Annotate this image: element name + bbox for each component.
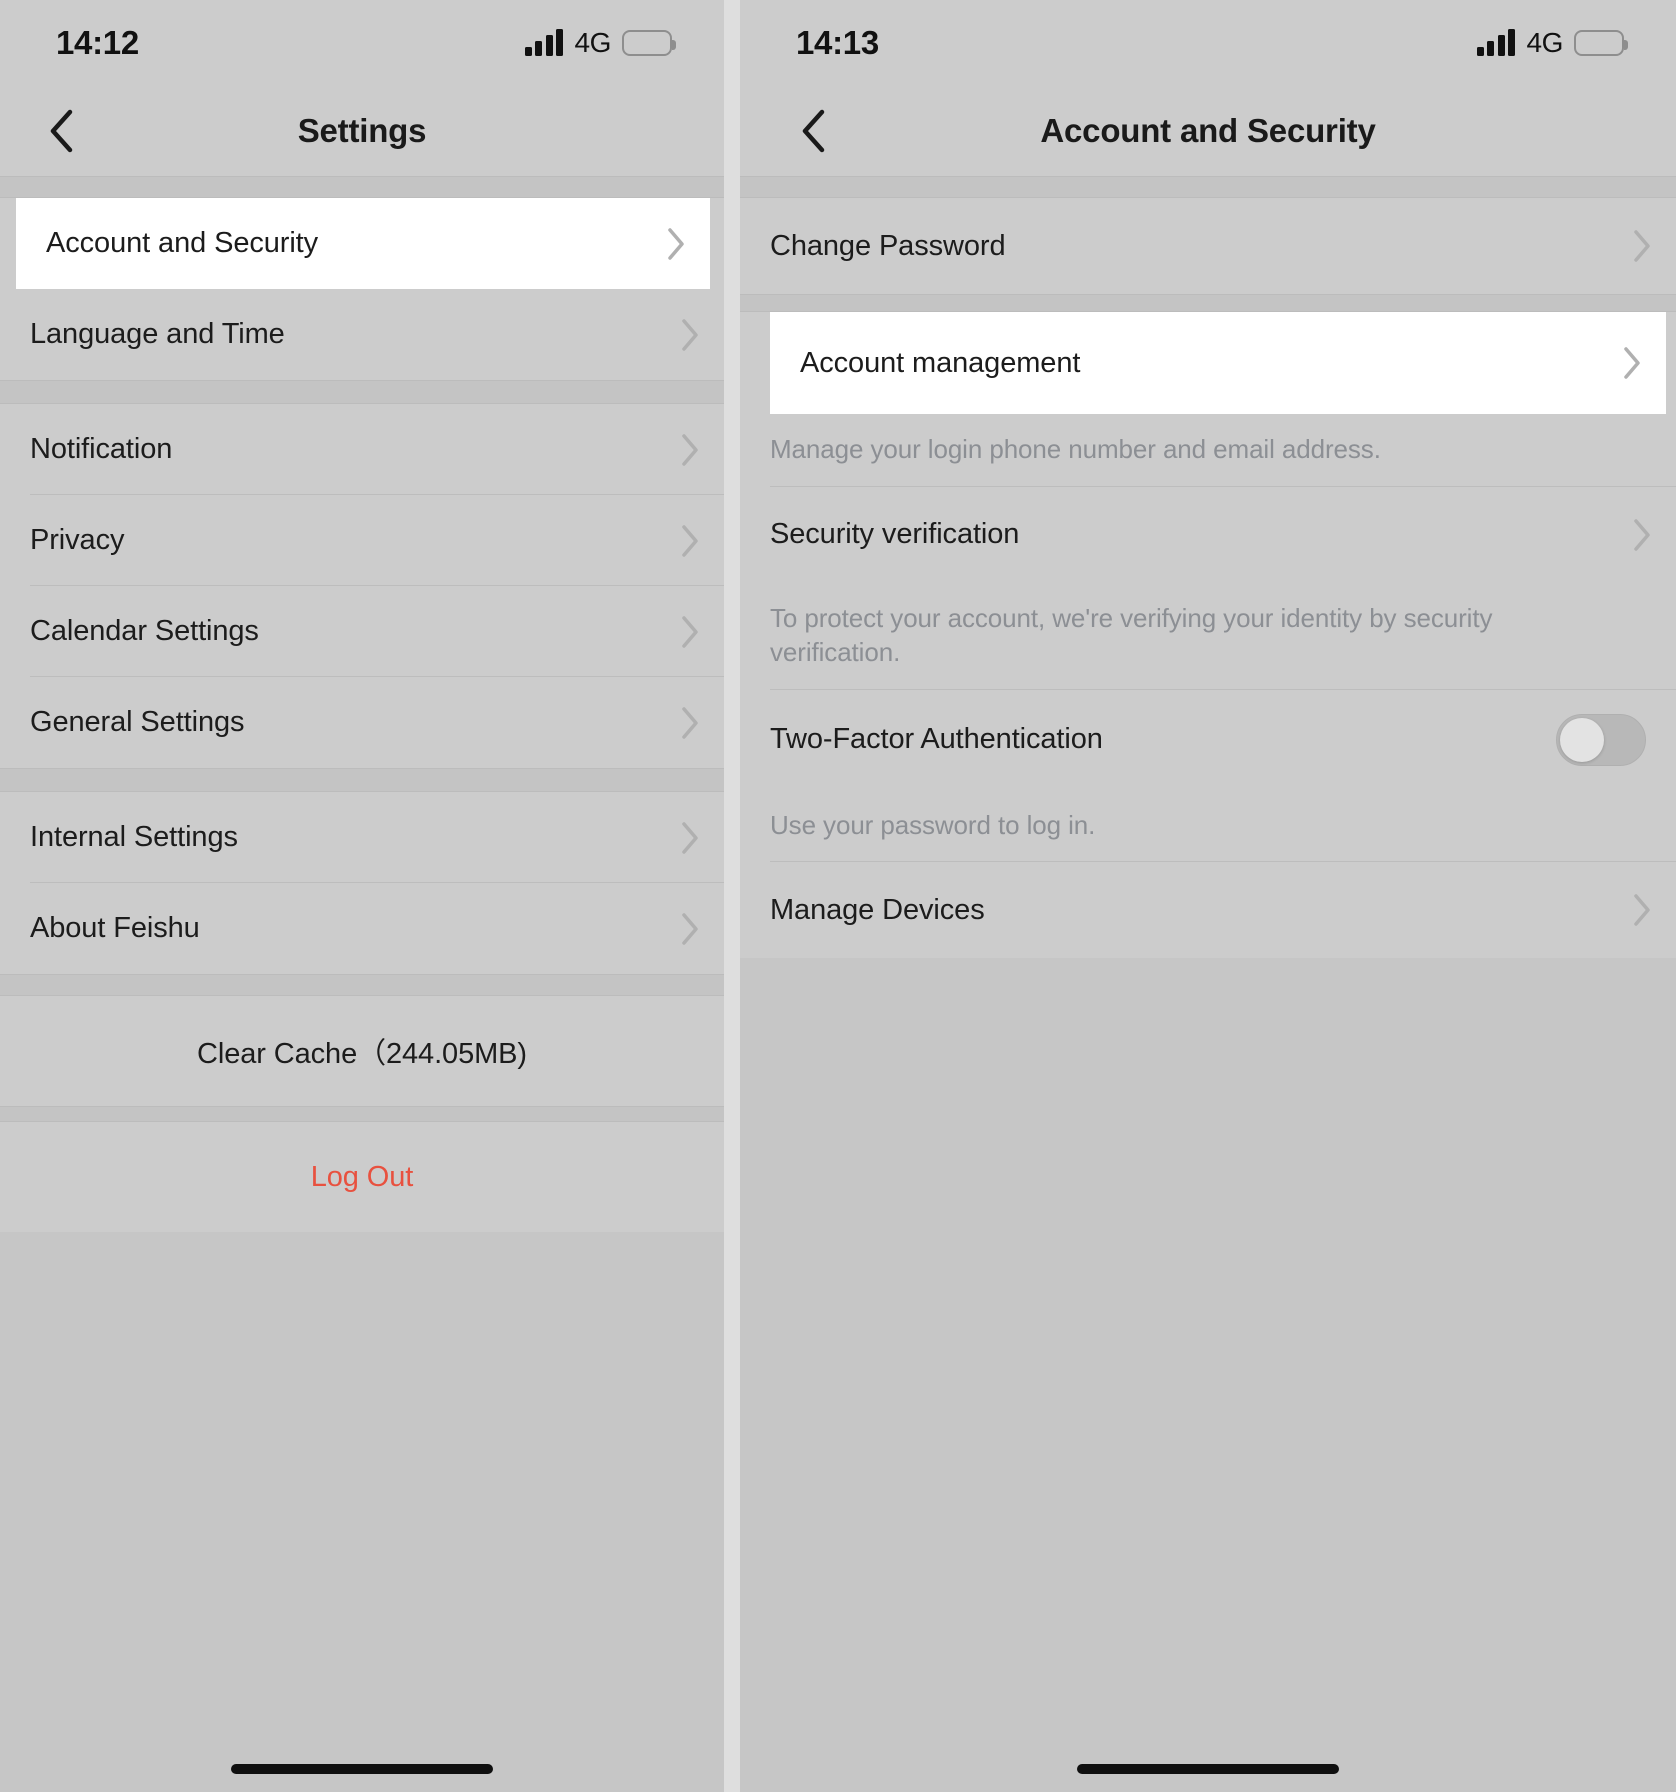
log-out-label: Log Out (310, 1160, 414, 1193)
cellular-signal-icon (1476, 29, 1516, 56)
battery-icon (622, 30, 676, 56)
row-label: Two-Factor Authentication (770, 723, 1103, 756)
sidebar-item-general-settings[interactable]: General Settings (0, 677, 724, 768)
dual-screenshot-stage: 14:12 4G Settings Account and Security L… (0, 0, 1676, 1792)
nav-bar-right: Account and Security (740, 86, 1676, 176)
description-text: Use your password to log in. (770, 809, 1096, 840)
network-type-label: 4G (1526, 27, 1563, 58)
status-bar-right: 14:13 4G (740, 0, 1676, 86)
sidebar-item-account-and-security[interactable]: Account and Security (16, 198, 710, 289)
section-gap (740, 176, 1676, 198)
row-label: General Settings (30, 706, 245, 738)
chevron-right-icon (1632, 893, 1652, 927)
account-security-scroll-area: Change Password Account management Manag… (740, 176, 1676, 1792)
highlight-wrapper: Account management (740, 312, 1676, 414)
description-security-verification: To protect your account, we're verifying… (740, 582, 1676, 690)
sidebar-item-language-and-time[interactable]: Language and Time (0, 289, 724, 380)
chevron-right-icon (680, 318, 700, 352)
two-factor-authentication-toggle[interactable] (1556, 713, 1646, 766)
row-two-factor-authentication[interactable]: Two-Factor Authentication (740, 689, 1676, 790)
chevron-right-icon (1632, 518, 1652, 552)
status-indicators: 4G (524, 27, 676, 59)
description-text: To protect your account, we're verifying… (770, 602, 1493, 668)
row-account-management[interactable]: Account management (770, 312, 1666, 414)
row-manage-devices[interactable]: Manage Devices (740, 862, 1676, 959)
row-label: Notification (30, 433, 173, 465)
section-gap (0, 176, 724, 198)
chevron-right-icon (666, 227, 686, 261)
status-bar-left: 14:12 4G (0, 0, 724, 86)
chevron-right-icon (680, 615, 700, 649)
row-label: Account and Security (46, 227, 319, 259)
section-gap (740, 294, 1676, 312)
row-change-password[interactable]: Change Password (740, 198, 1676, 294)
row-label: Manage Devices (770, 893, 985, 926)
section-gap (0, 974, 724, 996)
row-label: Security verification (770, 518, 1020, 551)
description-account-management: Manage your login phone number and email… (740, 414, 1676, 487)
page-title: Settings (297, 112, 427, 149)
chevron-right-icon (680, 706, 700, 740)
description-two-factor-authentication: Use your password to log in. (740, 789, 1676, 863)
row-label: Internal Settings (30, 821, 238, 853)
description-text: Manage your login phone number and email… (770, 434, 1381, 464)
chevron-right-icon (680, 821, 700, 855)
cellular-signal-icon (524, 29, 564, 56)
section-gap (0, 768, 724, 792)
status-indicators: 4G (1476, 27, 1628, 59)
row-label: Privacy (30, 524, 125, 556)
row-label: Calendar Settings (30, 615, 259, 647)
sidebar-item-notification[interactable]: Notification (0, 404, 724, 495)
battery-icon (1574, 30, 1628, 56)
log-out-button[interactable]: Log Out (0, 1122, 724, 1232)
section-gap (0, 1106, 724, 1122)
row-label: Language and Time (30, 318, 285, 350)
status-time: 14:13 (796, 24, 879, 61)
settings-group-3: Internal Settings About Feishu (0, 792, 724, 974)
back-button[interactable] (790, 105, 836, 157)
row-label: About Feishu (30, 912, 200, 944)
clear-cache-label: Clear Cache（244.05MB) (197, 1038, 527, 1070)
home-indicator (740, 1746, 1676, 1792)
chevron-right-icon (680, 912, 700, 946)
chevron-right-icon (1622, 346, 1642, 380)
settings-scroll-area: Account and Security Language and Time N… (0, 176, 724, 1792)
back-button[interactable] (38, 105, 84, 157)
network-type-label: 4G (574, 27, 611, 58)
empty-area (0, 1232, 724, 1746)
row-label: Account management (800, 346, 1081, 379)
row-security-verification[interactable]: Security verification (740, 486, 1676, 583)
chevron-right-icon (680, 524, 700, 558)
panel-divider (724, 0, 740, 1792)
status-time: 14:12 (56, 24, 139, 61)
sidebar-item-about-feishu[interactable]: About Feishu (0, 883, 724, 974)
row-label: Change Password (770, 229, 1006, 262)
chevron-left-icon (47, 107, 75, 155)
chevron-right-icon (1632, 229, 1652, 263)
settings-group-2: Notification Privacy Calendar Settings G… (0, 404, 724, 768)
clear-cache-button[interactable]: Clear Cache（244.05MB) (0, 996, 724, 1106)
settings-group-1: Account and Security Language and Time (0, 198, 724, 380)
sidebar-item-calendar-settings[interactable]: Calendar Settings (0, 586, 724, 677)
sidebar-item-internal-settings[interactable]: Internal Settings (0, 792, 724, 883)
chevron-left-icon (799, 107, 827, 155)
page-title: Account and Security (1040, 112, 1376, 149)
phone-screen-account-and-security: 14:13 4G Account and Security Change Pas… (740, 0, 1676, 1792)
home-indicator (0, 1746, 724, 1792)
highlight-wrapper: Account and Security (0, 198, 724, 289)
nav-bar-left: Settings (0, 86, 724, 176)
section-gap (0, 380, 724, 404)
empty-area (740, 958, 1676, 1746)
chevron-right-icon (680, 433, 700, 467)
sidebar-item-privacy[interactable]: Privacy (0, 495, 724, 586)
phone-screen-settings: 14:12 4G Settings Account and Security L… (0, 0, 724, 1792)
